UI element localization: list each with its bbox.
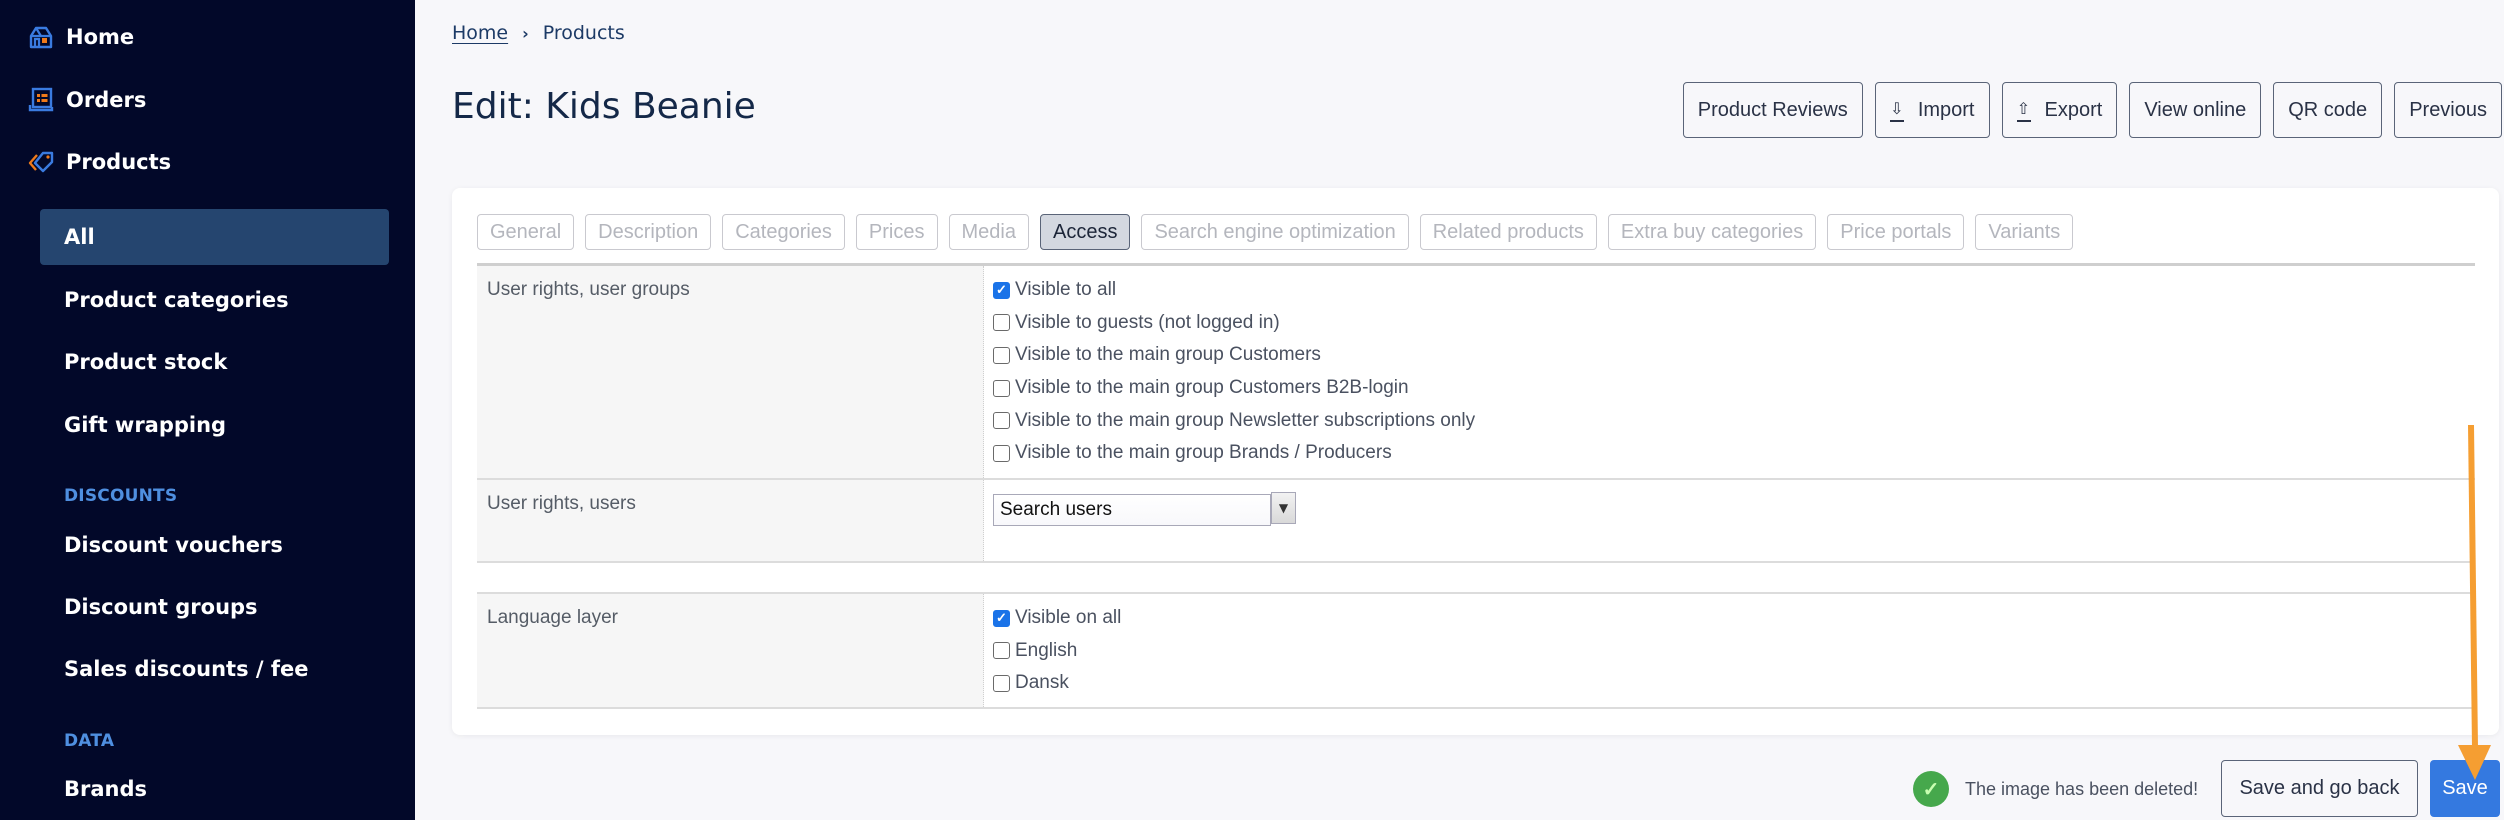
sidebar-item-products[interactable]: Products	[28, 142, 171, 182]
checkbox-label: Visible to the main group Customers	[1015, 344, 1321, 366]
import-icon: ⇩	[1889, 99, 1904, 122]
language-row: Language layer ✓ Visible on all English D…	[477, 592, 2475, 709]
checkbox-visible-to-guests[interactable]: Visible to guests (not logged in)	[993, 307, 2467, 340]
button-label: Save and go back	[2239, 777, 2400, 799]
tab-access[interactable]: Access	[1039, 214, 1131, 250]
button-label: Product Reviews	[1697, 98, 1848, 121]
tab-price-portals[interactable]: Price portals	[1827, 214, 1965, 250]
sidebar-item-all[interactable]: All	[40, 209, 389, 265]
language-options: ✓ Visible on all English Dansk	[985, 594, 2475, 707]
search-users-select[interactable]: Search users ▼	[993, 492, 1296, 526]
tab-extra-buy-categories[interactable]: Extra buy categories	[1607, 214, 1817, 250]
success-check-icon: ✓	[1913, 771, 1949, 807]
checkbox-label: Visible to all	[1015, 279, 1117, 301]
checkbox-label: Visible to the main group Brands / Produ…	[1015, 442, 1392, 464]
language-label: Language layer	[477, 594, 984, 707]
checkbox-unchecked-icon	[993, 674, 1010, 692]
button-label: QR code	[2288, 98, 2368, 121]
users-label: User rights, users	[477, 480, 984, 561]
save-button[interactable]: Save	[2430, 760, 2500, 817]
sidebar-item-label: Products	[66, 150, 172, 174]
checkbox-unchecked-icon	[993, 314, 1010, 332]
checkbox-customers-b2b[interactable]: Visible to the main group Customers B2B-…	[993, 372, 2467, 405]
breadcrumb: Home › Products	[452, 22, 625, 44]
edit-card: General Description Categories Prices Me…	[452, 188, 2499, 735]
checkbox-dansk[interactable]: Dansk	[993, 667, 2467, 700]
checkbox-unchecked-icon	[993, 412, 1010, 430]
tab-categories[interactable]: Categories	[722, 214, 845, 250]
sidebar-section-data: DATA	[64, 731, 115, 751]
checkbox-label: English	[1015, 639, 1078, 661]
sidebar-item-home[interactable]: Home	[28, 17, 134, 57]
sidebar-section-discounts: DISCOUNTS	[64, 486, 178, 506]
page-title: Edit: Kids Beanie	[452, 86, 756, 127]
tab-variants[interactable]: Variants	[1975, 214, 2074, 250]
tab-bar: General Description Categories Prices Me…	[477, 214, 2074, 250]
tab-prices[interactable]: Prices	[855, 214, 938, 250]
orders-icon	[28, 87, 54, 112]
button-label: Export	[2044, 98, 2103, 121]
import-button[interactable]: ⇩ Import	[1874, 82, 1990, 138]
checkbox-label: Dansk	[1015, 672, 1069, 694]
sidebar-item-gift-wrapping[interactable]: Gift wrapping	[64, 405, 226, 445]
checkbox-visible-on-all[interactable]: ✓ Visible on all	[993, 602, 2467, 635]
checkbox-label: Visible to the main group Customers B2B-…	[1015, 377, 1409, 399]
status-text: The image has been deleted!	[1965, 778, 2199, 799]
sidebar-item-label: Orders	[66, 88, 147, 112]
user-groups-row: User rights, user groups ✓ Visible to all…	[477, 266, 2475, 480]
save-and-go-back-button[interactable]: Save and go back	[2221, 760, 2418, 817]
tab-description[interactable]: Description	[585, 214, 712, 250]
checkbox-newsletter[interactable]: Visible to the main group Newsletter sub…	[993, 404, 2467, 437]
button-label: Previous	[2409, 98, 2487, 121]
button-label: Import	[1917, 98, 1975, 121]
tab-seo[interactable]: Search engine optimization	[1141, 214, 1409, 250]
product-reviews-button[interactable]: Product Reviews	[1682, 82, 1863, 138]
checkbox-brands-producers[interactable]: Visible to the main group Brands / Produ…	[993, 437, 2467, 470]
user-groups-options: ✓ Visible to all Visible to guests (not l…	[985, 266, 2475, 478]
breadcrumb-home-link[interactable]: Home	[452, 22, 508, 44]
checkbox-label: Visible to guests (not logged in)	[1015, 311, 1280, 333]
users-select-cell: Search users ▼	[985, 480, 2475, 561]
sidebar-item-product-categories[interactable]: Product categories	[64, 280, 289, 320]
export-icon: ⇧	[2016, 99, 2031, 122]
checkbox-unchecked-icon	[993, 379, 1010, 397]
checkbox-unchecked-icon	[993, 346, 1010, 364]
checkbox-unchecked-icon	[993, 642, 1010, 660]
button-label: View online	[2144, 98, 2247, 121]
search-users-value[interactable]: Search users	[993, 494, 1272, 526]
checkbox-checked-icon: ✓	[993, 609, 1010, 627]
export-button[interactable]: ⇧ Export	[2001, 82, 2118, 138]
checkbox-customers[interactable]: Visible to the main group Customers	[993, 339, 2467, 372]
qr-code-button[interactable]: QR code	[2273, 82, 2383, 138]
sidebar-item-label: Home	[66, 25, 135, 49]
top-actions: Product Reviews ⇩ Import ⇧ Export View o…	[1682, 82, 2502, 138]
user-groups-label: User rights, user groups	[477, 266, 984, 478]
tab-general[interactable]: General	[477, 214, 575, 250]
previous-button[interactable]: Previous	[2394, 82, 2502, 138]
checkbox-checked-icon: ✓	[993, 281, 1010, 299]
checkbox-label: Visible on all	[1015, 607, 1122, 629]
view-online-button[interactable]: View online	[2129, 82, 2262, 138]
sidebar-item-sales-discounts[interactable]: Sales discounts / fee	[64, 649, 309, 689]
sidebar-item-discount-groups[interactable]: Discount groups	[64, 587, 258, 627]
home-icon	[29, 26, 53, 49]
checkbox-visible-to-all[interactable]: ✓ Visible to all	[993, 274, 2467, 307]
checkbox-english[interactable]: English	[993, 635, 2467, 668]
sidebar-item-orders[interactable]: Orders	[28, 80, 146, 120]
tab-media[interactable]: Media	[948, 214, 1029, 250]
breadcrumb-current: Products	[542, 22, 625, 44]
status-message: ✓ The image has been deleted!	[1913, 771, 2198, 807]
sidebar-item-brands[interactable]: Brands	[64, 769, 147, 809]
sidebar-item-discount-vouchers[interactable]: Discount vouchers	[64, 525, 283, 565]
tag-icon	[28, 151, 54, 173]
users-row: User rights, users Search users ▼	[477, 480, 2475, 563]
sidebar-item-product-stock[interactable]: Product stock	[64, 342, 227, 382]
chevron-down-icon[interactable]: ▼	[1271, 492, 1296, 524]
checkbox-unchecked-icon	[993, 444, 1010, 462]
checkbox-label: Visible to the main group Newsletter sub…	[1015, 409, 1476, 431]
chevron-right-icon: ›	[522, 23, 529, 43]
sidebar: Home Orders Products All Product categor…	[0, 0, 415, 820]
sidebar-item-label: All	[64, 225, 95, 249]
tab-related-products[interactable]: Related products	[1419, 214, 1597, 250]
